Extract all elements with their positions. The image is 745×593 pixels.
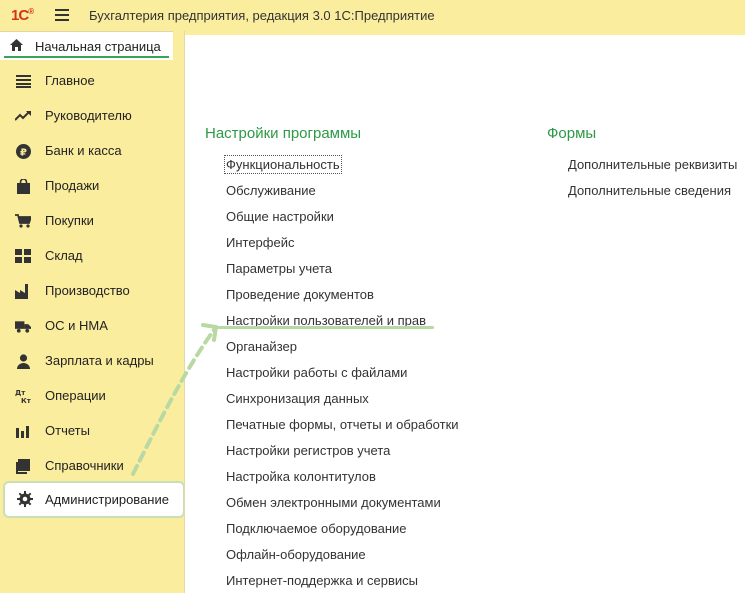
books-icon (15, 458, 31, 474)
menu-list-icon (15, 73, 31, 89)
link-general-settings[interactable]: Общие настройки (226, 209, 334, 224)
svg-text:₽: ₽ (20, 147, 27, 158)
sidebar-item-label: Руководителю (45, 108, 132, 123)
truck-icon (15, 318, 31, 334)
link-print-forms[interactable]: Печатные формы, отчеты и обработки (226, 417, 459, 432)
sidebar-item-label: Производство (45, 283, 130, 298)
sidebar-item-production[interactable]: Производство (0, 273, 184, 308)
sidebar-item-reports[interactable]: Отчеты (0, 413, 184, 448)
link-accounting-params[interactable]: Параметры учета (226, 261, 332, 276)
sidebar-item-label: Склад (45, 248, 83, 263)
home-icon (10, 39, 23, 51)
factory-icon (15, 283, 31, 299)
sidebar-item-label: Главное (45, 73, 95, 88)
home-tab-underline (4, 56, 169, 58)
link-organizer[interactable]: Органайзер (226, 339, 297, 354)
sidebar-item-label: Покупки (45, 213, 94, 228)
sidebar-item-label: Продажи (45, 178, 100, 193)
app-logo[interactable]: 1С® (11, 7, 34, 24)
title-bar: 1С® Бухгалтерия предприятия, редакция 3.… (0, 0, 745, 31)
sidebar-item-administration[interactable]: Администрирование (3, 481, 185, 518)
link-edi[interactable]: Обмен электронными документами (226, 495, 441, 510)
sidebar-item-payroll[interactable]: Зарплата и кадры (0, 343, 184, 378)
highlight-underline (212, 326, 434, 329)
sidebar-item-sales[interactable]: Продажи (0, 168, 184, 203)
sidebar-item-label: Зарплата и кадры (45, 353, 154, 368)
sidebar: Главное Руководителю ₽ Банк и касса Прод… (0, 62, 185, 593)
hamburger-menu-icon[interactable] (55, 9, 69, 21)
sidebar-item-label: Операции (45, 388, 106, 403)
sidebar-item-manager[interactable]: Руководителю (0, 98, 184, 133)
shopping-bag-icon (15, 178, 31, 194)
sidebar-item-operations[interactable]: Дт Кт Операции (0, 378, 184, 413)
bar-chart-icon (15, 423, 31, 439)
link-file-settings[interactable]: Настройки работы с файлами (226, 365, 407, 380)
sidebar-item-purchases[interactable]: Покупки (0, 203, 184, 238)
sidebar-item-bank[interactable]: ₽ Банк и касса (0, 133, 184, 168)
gear-icon (17, 491, 33, 507)
link-maintenance[interactable]: Обслуживание (226, 183, 316, 198)
svg-text:Кт: Кт (21, 397, 31, 404)
link-offline-equipment[interactable]: Офлайн-оборудование (226, 547, 366, 562)
person-icon (15, 353, 31, 369)
sidebar-item-warehouse[interactable]: Склад (0, 238, 184, 273)
sidebar-item-label: ОС и НМА (45, 318, 108, 333)
link-interface[interactable]: Интерфейс (226, 235, 294, 250)
link-functionality[interactable]: Функциональность (224, 155, 342, 174)
section-title-forms: Формы (547, 125, 597, 142)
trend-up-icon (15, 108, 31, 124)
section-title-settings: Настройки программы (205, 125, 362, 142)
link-data-sync[interactable]: Синхронизация данных (226, 391, 369, 406)
link-headers-footers[interactable]: Настройка колонтитулов (226, 469, 376, 484)
svg-text:Дт: Дт (15, 389, 26, 397)
sidebar-item-label: Отчеты (45, 423, 90, 438)
link-connected-equipment[interactable]: Подключаемое оборудование (226, 521, 407, 536)
link-document-posting[interactable]: Проведение документов (226, 287, 374, 302)
home-tab-label: Начальная страница (35, 39, 161, 54)
warehouse-grid-icon (15, 248, 31, 264)
sidebar-item-label: Справочники (45, 458, 124, 473)
link-additional-info[interactable]: Дополнительные сведения (568, 183, 731, 198)
sidebar-item-main[interactable]: Главное (0, 63, 184, 98)
shopping-cart-icon (15, 213, 31, 229)
sidebar-item-label: Администрирование (45, 492, 169, 507)
link-additional-attributes[interactable]: Дополнительные реквизиты (568, 157, 737, 172)
content-top-strip (185, 31, 745, 35)
sidebar-item-directories[interactable]: Справочники (0, 448, 184, 483)
link-register-settings[interactable]: Настройки регистров учета (226, 443, 390, 458)
ruble-coin-icon: ₽ (15, 143, 31, 159)
debit-credit-icon: Дт Кт (15, 388, 31, 404)
sidebar-item-fixed-assets[interactable]: ОС и НМА (0, 308, 184, 343)
sidebar-item-label: Банк и касса (45, 143, 122, 158)
home-tab[interactable]: Начальная страница (0, 31, 173, 60)
link-internet-support[interactable]: Интернет-поддержка и сервисы (226, 573, 418, 588)
window-title: Бухгалтерия предприятия, редакция 3.0 1С… (89, 8, 435, 23)
